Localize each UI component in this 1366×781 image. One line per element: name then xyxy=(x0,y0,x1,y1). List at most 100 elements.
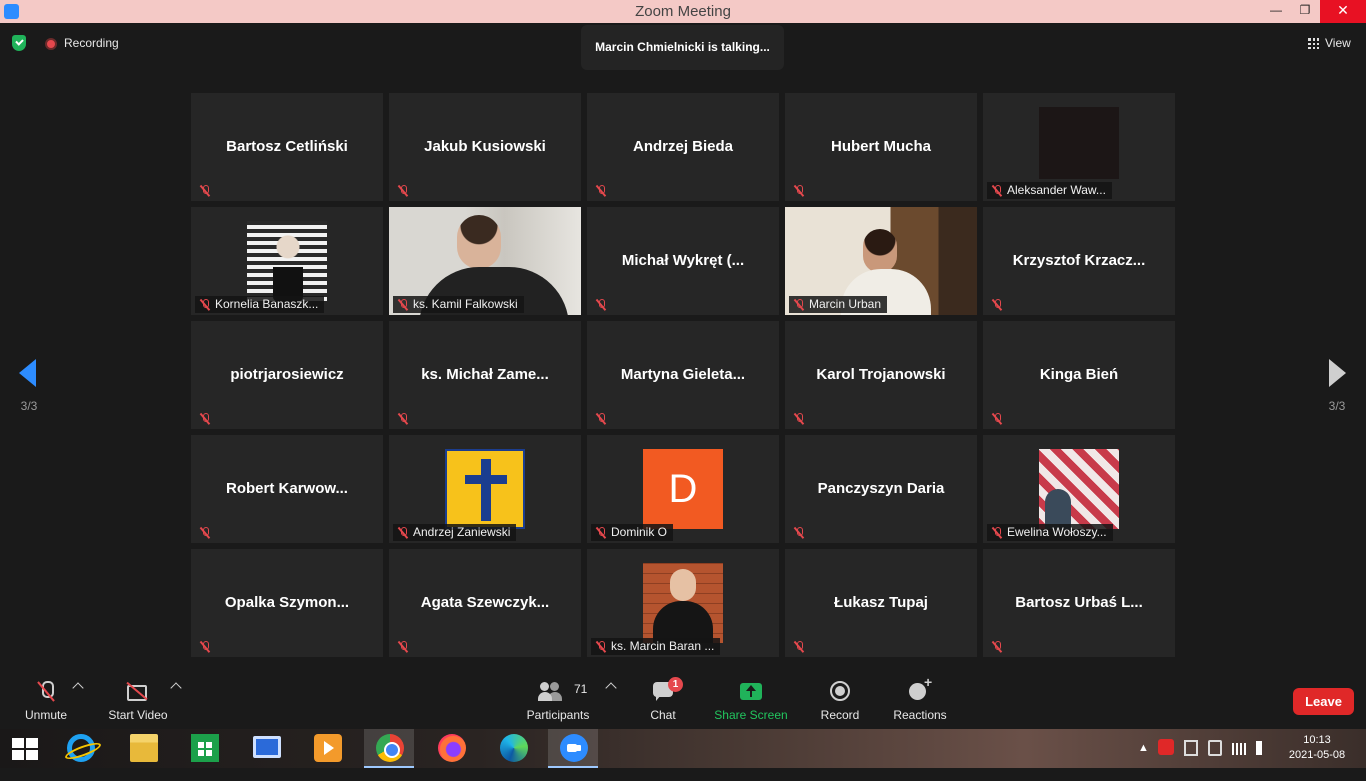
participant-tile[interactable]: ks. Marcin Baran ... xyxy=(587,549,779,657)
minimize-button[interactable]: — xyxy=(1261,0,1291,23)
participant-name: Panczyszyn Daria xyxy=(817,480,945,497)
participant-name: Łukasz Tupaj xyxy=(834,594,928,611)
mute-tag xyxy=(987,410,1007,427)
security-shield-icon[interactable] xyxy=(12,35,26,51)
participant-tile[interactable]: Hubert Mucha xyxy=(785,93,977,201)
mic-muted-icon xyxy=(794,413,804,424)
mic-muted-icon xyxy=(398,299,408,310)
taskbar-internet-explorer[interactable] xyxy=(55,729,105,768)
participant-tile[interactable]: ks. Kamil Falkowski xyxy=(389,207,581,315)
taskbar-zoom[interactable] xyxy=(548,729,598,768)
participant-tile[interactable]: ks. Michał Zame... xyxy=(389,321,581,429)
participants-button[interactable]: Participants xyxy=(524,672,592,729)
participant-tile[interactable]: Bartosz Cetliński xyxy=(191,93,383,201)
participant-tile[interactable]: Agata Szewczyk... xyxy=(389,549,581,657)
maximize-button[interactable]: ❐ xyxy=(1290,0,1320,23)
participant-tile[interactable]: piotrjarosiewicz xyxy=(191,321,383,429)
tray-chevron-up-icon[interactable]: ▲ xyxy=(1138,742,1149,781)
taskbar-lenovo[interactable] xyxy=(241,729,291,768)
battery-tray-icon[interactable] xyxy=(1208,740,1222,756)
window-title: Zoom Meeting xyxy=(635,3,731,20)
taskbar-file-explorer[interactable] xyxy=(118,729,168,768)
mute-tag xyxy=(591,410,611,427)
participant-tile[interactable]: Panczyszyn Daria xyxy=(785,435,977,543)
unmute-label: Unmute xyxy=(24,708,68,722)
clock-time: 10:13 xyxy=(1303,734,1331,746)
recording-indicator: Recording xyxy=(64,36,119,50)
zoom-icon xyxy=(560,734,588,762)
participant-name: Opalka Szymon... xyxy=(224,594,350,611)
notification-tray-icon[interactable] xyxy=(1184,740,1198,756)
view-button[interactable]: View xyxy=(1300,32,1360,54)
mic-muted-icon xyxy=(596,299,606,310)
taskbar-store[interactable] xyxy=(179,729,229,768)
share-screen-label: Share Screen xyxy=(714,708,788,722)
participant-name: Krzysztof Krzacz... xyxy=(1012,252,1146,269)
participant-tile[interactable]: Kornelia Banaszk... xyxy=(191,207,383,315)
participant-tile[interactable]: Karol Trojanowski xyxy=(785,321,977,429)
participant-name-tag: Kornelia Banaszk... xyxy=(195,296,325,313)
participant-tile[interactable]: Bartosz Urbaś L... xyxy=(983,549,1175,657)
taskbar-chrome[interactable] xyxy=(364,729,414,768)
close-button[interactable]: ✕ xyxy=(1320,0,1366,23)
mic-muted-icon xyxy=(992,527,1002,538)
mic-muted-icon xyxy=(992,185,1002,196)
participant-tile[interactable]: Ewelina Wołoszy... xyxy=(983,435,1175,543)
start-video-button[interactable]: Start Video xyxy=(104,672,172,729)
windows-start-button[interactable] xyxy=(12,738,38,760)
participant-tile[interactable]: Opalka Szymon... xyxy=(191,549,383,657)
participant-name-tag: Aleksander Waw... xyxy=(987,182,1112,199)
taskbar-media-player[interactable] xyxy=(302,729,352,768)
participant-tile[interactable]: Łukasz Tupaj xyxy=(785,549,977,657)
previous-page-button[interactable]: 3/3 xyxy=(14,359,44,429)
participant-tile[interactable]: Michał Wykręt (... xyxy=(587,207,779,315)
participant-name-tag: Dominik O xyxy=(591,524,674,541)
view-label: View xyxy=(1325,36,1351,50)
participant-tile[interactable]: Kinga Bień xyxy=(983,321,1175,429)
recording-dot-icon xyxy=(45,38,57,50)
mic-muted-icon xyxy=(794,299,804,310)
mic-muted-icon xyxy=(596,185,606,196)
next-page-button[interactable]: 3/3 xyxy=(1322,359,1352,429)
unmute-button[interactable]: Unmute xyxy=(16,672,76,729)
reactions-button[interactable]: Reactions xyxy=(890,672,950,729)
participant-tile[interactable]: Krzysztof Krzacz... xyxy=(983,207,1175,315)
taskbar-clock[interactable]: 10:13 2021-05-08 xyxy=(1282,733,1352,763)
participants-options-caret-icon[interactable] xyxy=(605,682,617,694)
participant-tile[interactable]: Jakub Kusiowski xyxy=(389,93,581,201)
participant-tile[interactable]: Aleksander Waw... xyxy=(983,93,1175,201)
participant-tile[interactable]: Andrzej Zaniewski xyxy=(389,435,581,543)
profile-picture xyxy=(445,449,525,529)
mute-tag xyxy=(195,410,215,427)
participant-tile[interactable]: Andrzej Bieda xyxy=(587,93,779,201)
mic-muted-icon xyxy=(794,185,804,196)
start-video-label: Start Video xyxy=(108,708,168,722)
participant-tile[interactable]: Marcin Urban xyxy=(785,207,977,315)
leave-button[interactable]: Leave xyxy=(1293,688,1354,715)
volume-icon[interactable] xyxy=(1256,741,1270,755)
chat-label: Chat xyxy=(650,708,676,722)
participant-name: Jakub Kusiowski xyxy=(424,138,546,155)
mic-muted-icon xyxy=(200,299,210,310)
participant-tile[interactable]: D Dominik O xyxy=(587,435,779,543)
firefox-icon xyxy=(438,734,466,762)
video-options-caret-icon[interactable] xyxy=(170,682,182,694)
network-signal-icon[interactable] xyxy=(1232,743,1246,755)
mic-muted-icon xyxy=(596,413,606,424)
mic-muted-icon xyxy=(200,413,210,424)
participant-name: Agata Szewczyk... xyxy=(420,594,550,611)
participants-label: Participants xyxy=(526,708,590,722)
mute-tag xyxy=(591,182,611,199)
participant-name: Karol Trojanowski xyxy=(816,366,946,383)
participant-name: Aleksander Waw... xyxy=(1007,183,1106,197)
participant-tile[interactable]: Martyna Gieleta... xyxy=(587,321,779,429)
record-button[interactable]: Record xyxy=(812,672,868,729)
meeting-toolbar: Unmute Start Video Participants 71 Chat … xyxy=(0,672,1366,729)
participant-name: Dominik O xyxy=(611,525,668,539)
share-screen-button[interactable]: Share Screen xyxy=(712,672,790,729)
taskbar-firefox[interactable] xyxy=(426,729,476,768)
active-speaker-toast: Marcin Chmielnicki is talking... xyxy=(581,25,784,70)
antivirus-tray-icon[interactable] xyxy=(1158,739,1174,755)
participant-tile[interactable]: Robert Karwow... xyxy=(191,435,383,543)
taskbar-edge[interactable] xyxy=(488,729,538,768)
